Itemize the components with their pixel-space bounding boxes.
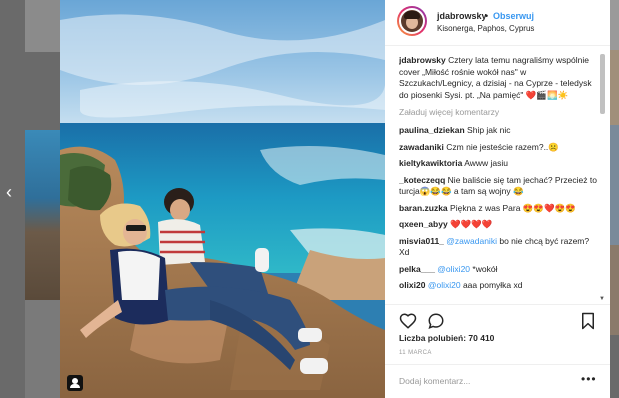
heart-icon[interactable]	[399, 312, 417, 330]
load-more-comments-button[interactable]: Załaduj więcej komentarzy	[399, 107, 599, 117]
background-thumbnail	[25, 0, 60, 52]
background-thumbnail	[610, 125, 619, 245]
background-thumbnail	[610, 50, 619, 125]
follow-button[interactable]: Obserwuj	[493, 11, 534, 21]
separator-dot: •	[485, 11, 489, 21]
comments-list[interactable]: jdabrowsky Cztery lata temu nagraliśmy w…	[399, 55, 599, 302]
background-page-right	[610, 0, 619, 398]
comment-text: Piękna z was Para 😍😍❤️😍😍	[450, 202, 576, 213]
background-thumbnail	[25, 300, 60, 398]
scrollbar-thumb[interactable]	[600, 54, 605, 114]
chevron-left-icon: ‹	[6, 182, 12, 202]
likes-count[interactable]: Liczba polubień: 70 410	[399, 333, 494, 343]
comment-row: misvia011_ @zawadaniki bo nie chcą być r…	[399, 236, 599, 259]
comment-text: Czm nie jesteście razem?..☹️	[446, 141, 559, 152]
comment-icon[interactable]	[427, 312, 445, 330]
location-link[interactable]: Kisonerga, Paphos, Cyprus	[437, 24, 534, 33]
post-actions	[385, 304, 610, 336]
comment-row: zawadaniki Czm nie jesteście razem?..☹️	[399, 142, 599, 154]
comment-text: *wokół	[472, 263, 498, 274]
comment-mention[interactable]: @olixi20	[437, 264, 470, 274]
comment-row: pelka___ @olixi20 *wokół	[399, 264, 599, 276]
post-date: 11 MARCA	[399, 350, 432, 356]
comment-row: olixi20 @olixi20 aaa pomyłka xd	[399, 280, 599, 292]
comment-row: kieltykawiktoria Awww jasiu	[399, 158, 599, 170]
previous-post-button[interactable]: ‹	[6, 182, 12, 202]
avatar-ring	[399, 8, 425, 34]
avatar-image	[401, 10, 423, 32]
more-options-icon[interactable]: •••	[581, 372, 597, 386]
add-comment-input[interactable]	[399, 376, 569, 386]
bookmark-icon[interactable]	[580, 312, 596, 330]
comment-text: Awww jasiu	[464, 158, 508, 168]
author-username[interactable]: jdabrowsky	[437, 11, 487, 21]
comment-username[interactable]: pelka___	[399, 264, 435, 274]
comment-username[interactable]: olixi20	[399, 280, 425, 290]
comment-row: qxeen_abyy ❤️❤️❤️❤️	[399, 219, 599, 231]
comment-username[interactable]: qxeen_abyy	[399, 219, 448, 229]
comment-row: paulina_dziekan Ship jak nic	[399, 125, 599, 137]
comment-row: baran.zuzka Piękna z was Para 😍😍❤️😍😍	[399, 203, 599, 215]
background-thumbnail	[610, 245, 619, 335]
comment-username[interactable]: paulina_dziekan	[399, 125, 465, 135]
background-thumbnail	[25, 130, 60, 300]
comment-text: ❤️❤️❤️❤️	[450, 219, 493, 229]
post-caption: jdabrowsky Cztery lata temu nagraliśmy w…	[399, 55, 599, 101]
background-thumbnail	[610, 335, 619, 398]
post-header: jdabrowsky • Obserwuj Kisonerga, Paphos,…	[385, 0, 610, 46]
avatar[interactable]	[397, 6, 427, 36]
background-thumbnail	[610, 0, 619, 50]
comments-scrollbar[interactable]: ▼	[599, 52, 606, 302]
comment-row: _koteczeqq Nie baliście się tam jechać? …	[399, 175, 599, 198]
comment-username[interactable]: misvia011_	[399, 236, 444, 246]
caption-username[interactable]: jdabrowsky	[399, 55, 446, 65]
add-comment-bar: •••	[385, 364, 610, 398]
comment-mention[interactable]: @olixi20	[428, 280, 461, 290]
user-tag-icon[interactable]	[67, 375, 83, 391]
comment-username[interactable]: zawadaniki	[399, 142, 444, 152]
post-photo[interactable]	[60, 0, 385, 398]
comment-username[interactable]: baran.zuzka	[399, 203, 448, 213]
comment-username[interactable]: _koteczeqq	[399, 175, 445, 185]
comment-mention[interactable]: @zawadaniki	[446, 236, 497, 246]
comment-text: Ship jak nic	[467, 125, 511, 135]
scroll-down-arrow-icon[interactable]: ▼	[599, 296, 605, 302]
comment-username[interactable]: kieltykawiktoria	[399, 158, 462, 168]
comment-text: aaa pomyłka xd	[462, 280, 523, 290]
post-photo-image	[60, 0, 385, 398]
post-side-panel: jdabrowsky • Obserwuj Kisonerga, Paphos,…	[385, 0, 610, 398]
